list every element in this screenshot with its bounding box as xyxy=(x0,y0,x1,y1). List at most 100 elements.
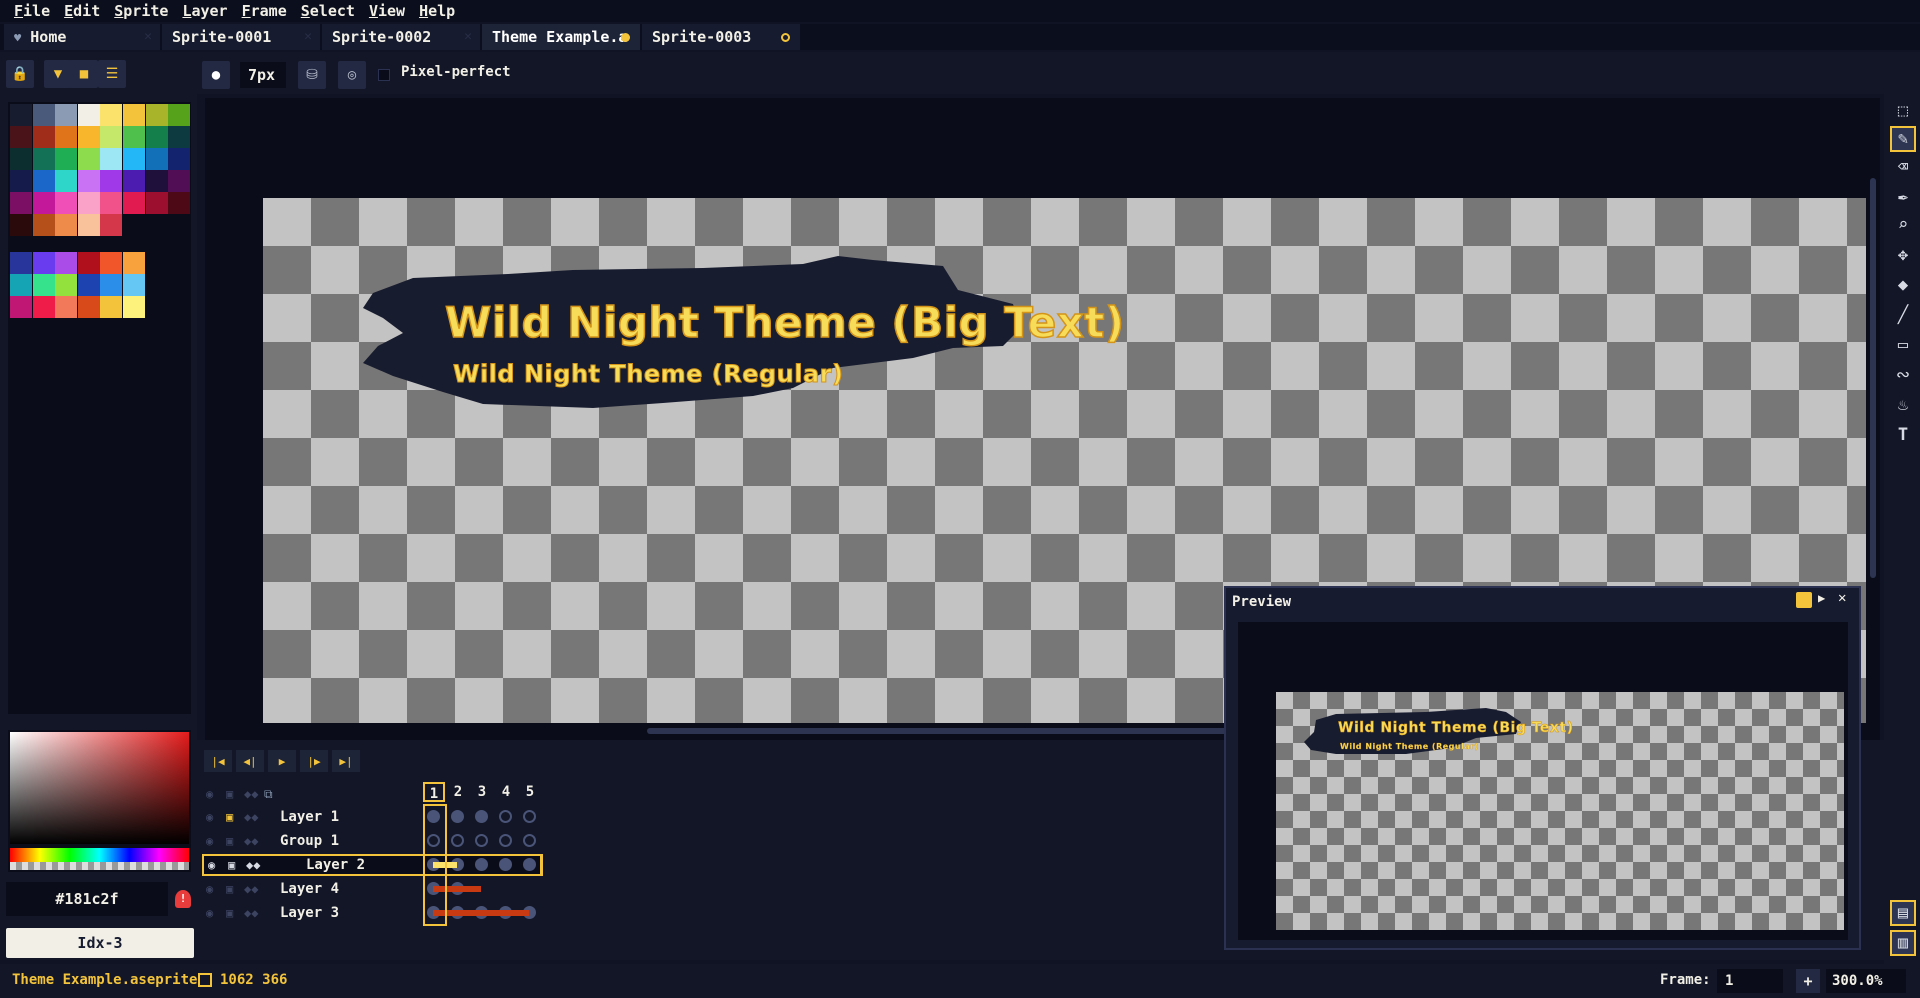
layer-row[interactable]: ◉ ▣ ◆◆ Layer 1 xyxy=(202,806,542,828)
frame-header-2[interactable]: 2 xyxy=(447,782,469,802)
palette-swatch[interactable] xyxy=(10,104,32,126)
palette-swatch[interactable] xyxy=(77,170,100,192)
palette-swatch[interactable] xyxy=(100,148,123,170)
palette-swatch[interactable] xyxy=(145,192,168,214)
filmstrip-icon[interactable]: ▥ xyxy=(1890,930,1916,956)
palette-swatch[interactable] xyxy=(55,148,78,170)
move-icon[interactable]: ✥ xyxy=(1890,242,1916,268)
zoom-field[interactable]: 300.0% xyxy=(1826,969,1906,993)
cel[interactable] xyxy=(475,834,488,847)
palette-swatch[interactable] xyxy=(168,192,191,214)
palette-swatch[interactable] xyxy=(77,104,100,126)
lock-icon[interactable]: 🔒 xyxy=(6,60,34,88)
continuous-icon[interactable]: ◆◆ xyxy=(244,810,258,824)
frame-field[interactable]: 1 xyxy=(1717,969,1783,993)
palette-swatch[interactable] xyxy=(32,170,55,192)
zoom-icon[interactable]: ⌕ xyxy=(1890,212,1916,238)
palette-swatch[interactable] xyxy=(32,296,55,318)
cel[interactable] xyxy=(451,810,464,823)
palette-swatch[interactable] xyxy=(10,170,32,192)
palette-swatch[interactable] xyxy=(168,126,191,148)
frame-header-5[interactable]: 5 xyxy=(519,782,541,802)
palette-swatch[interactable] xyxy=(77,126,100,148)
palette-swatch[interactable] xyxy=(168,104,191,126)
palette-swatch[interactable] xyxy=(55,170,78,192)
palette-swatch[interactable] xyxy=(55,214,78,236)
cel[interactable] xyxy=(523,810,536,823)
color-index-button[interactable]: Idx-3 xyxy=(6,928,194,958)
palette-swatch[interactable] xyxy=(32,192,55,214)
palette-swatch[interactable] xyxy=(123,252,145,274)
next-frame-icon[interactable]: |▶ xyxy=(300,750,328,772)
palette-swatch[interactable] xyxy=(123,148,145,170)
eye-icon[interactable]: ◉ xyxy=(208,858,215,872)
menu-edit[interactable]: Edit xyxy=(58,0,106,22)
palette-swatch[interactable] xyxy=(100,126,123,148)
tab-theme-example[interactable]: Theme Example.a xyxy=(482,24,640,50)
cel[interactable] xyxy=(523,834,536,847)
palette-swatch[interactable] xyxy=(10,192,32,214)
tab-home[interactable]: ♥ Home ✕ xyxy=(4,24,160,50)
palette-swatch[interactable] xyxy=(145,170,168,192)
palette-swatch[interactable] xyxy=(10,214,32,236)
palette-swatch[interactable] xyxy=(55,274,78,296)
close-icon[interactable]: ✕ xyxy=(144,24,152,50)
menu-frame[interactable]: Frame xyxy=(236,0,293,22)
folder-icon[interactable]: ■ xyxy=(70,60,98,88)
palette-swatch[interactable] xyxy=(123,274,145,296)
palette-swatch[interactable] xyxy=(123,192,145,214)
tab-sprite-0001[interactable]: Sprite-0001 ✕ xyxy=(162,24,320,50)
palette-swatch[interactable] xyxy=(145,104,168,126)
continuous-icon[interactable]: ◆◆ xyxy=(244,834,258,848)
brush-shape-icon[interactable]: ● xyxy=(202,61,230,89)
palette-swatch[interactable] xyxy=(100,214,123,236)
eraser-icon[interactable]: ⌫ xyxy=(1890,154,1916,180)
palette-swatch[interactable] xyxy=(123,296,145,318)
lock-icon[interactable]: ▣ xyxy=(226,882,233,896)
tab-sprite-0003[interactable]: Sprite-0003 xyxy=(642,24,800,50)
close-icon[interactable]: ✕ xyxy=(1838,590,1846,606)
text-icon[interactable]: T xyxy=(1890,422,1916,448)
palette-swatch[interactable] xyxy=(10,126,32,148)
preview-viewport[interactable]: Wild Night Theme (Big Text) Wild Night T… xyxy=(1238,622,1848,940)
palette-swatch[interactable] xyxy=(10,296,32,318)
pixel-perfect-checkbox[interactable] xyxy=(378,69,390,81)
lock-icon[interactable]: ▣ xyxy=(226,834,233,848)
alpha-slider[interactable] xyxy=(10,862,189,870)
palette-swatch[interactable] xyxy=(32,104,55,126)
cel[interactable] xyxy=(499,834,512,847)
palette-swatch[interactable] xyxy=(100,296,123,318)
palette-swatch[interactable] xyxy=(77,274,100,296)
palette-swatch[interactable] xyxy=(145,126,168,148)
menu-help[interactable]: Help xyxy=(413,0,461,22)
palette-swatch[interactable] xyxy=(55,126,78,148)
cel[interactable] xyxy=(475,810,488,823)
timeline-toggle-icon[interactable]: ▤ xyxy=(1890,900,1916,926)
palette-swatch[interactable] xyxy=(123,170,145,192)
list-icon[interactable]: ☰ xyxy=(98,60,126,88)
frame-header-3[interactable]: 3 xyxy=(471,782,493,802)
vertical-scrollbar[interactable] xyxy=(1870,178,1876,578)
menu-file[interactable]: File xyxy=(8,0,56,22)
line-icon[interactable]: ╱ xyxy=(1890,302,1916,328)
palette-swatch[interactable] xyxy=(123,104,145,126)
menu-sprite[interactable]: Sprite xyxy=(108,0,174,22)
hex-color-field[interactable]: #181c2f xyxy=(6,882,168,916)
frame-header-4[interactable]: 4 xyxy=(495,782,517,802)
palette-swatch[interactable] xyxy=(77,214,100,236)
eye-icon[interactable]: ◉ xyxy=(206,882,213,896)
frame-header-1[interactable]: 1 xyxy=(423,782,445,802)
rectangle-icon[interactable]: ▭ xyxy=(1890,332,1916,358)
continuous-icon[interactable]: ◆◆ xyxy=(244,787,258,801)
dynamics-icon[interactable]: ◎ xyxy=(338,61,366,89)
lock-icon[interactable]: ▣ xyxy=(228,858,235,872)
palette-swatch[interactable] xyxy=(77,252,100,274)
palette-swatch[interactable] xyxy=(32,252,55,274)
menu-layer[interactable]: Layer xyxy=(176,0,233,22)
play-icon[interactable]: ▶ xyxy=(268,750,296,772)
lock-icon[interactable]: ▣ xyxy=(226,787,233,801)
palette-swatch[interactable] xyxy=(32,126,55,148)
palette-swatch[interactable] xyxy=(100,192,123,214)
palette-swatch[interactable] xyxy=(32,274,55,296)
palette-swatch[interactable] xyxy=(168,170,191,192)
